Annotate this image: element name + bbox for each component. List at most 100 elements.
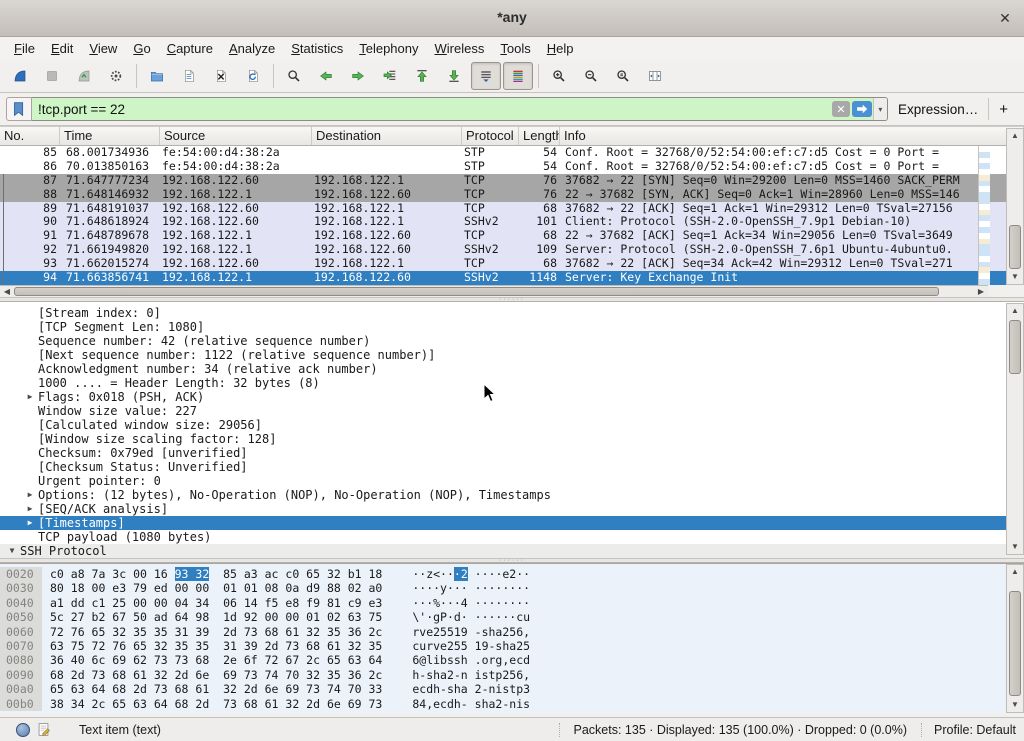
menu-edit[interactable]: Edit [43,39,81,58]
expand-icon[interactable]: ▶ [22,390,38,404]
scroll-down-icon[interactable]: ▼ [1007,270,1023,284]
profile-text[interactable]: Profile: Default [922,723,1016,737]
hscrollbar-thumb[interactable] [14,287,939,296]
close-window-button[interactable]: ✕ [996,9,1014,27]
detail-line-12[interactable]: Urgent pointer: 0 [0,474,1024,488]
hex-row-00b0[interactable]: 00b038 34 2c 65 63 64 68 2d 73 68 61 32 … [0,697,1024,711]
find-packet-button[interactable] [279,62,309,90]
column-header-no[interactable]: No. [0,127,60,145]
packet-row-87[interactable]: 8771.647777234192.168.122.60192.168.122.… [0,174,1024,188]
detail-line-1[interactable]: [TCP Segment Len: 1080] [0,320,1024,334]
packet-row-94[interactable]: 9471.663856741192.168.122.1192.168.122.6… [0,271,1024,285]
zoom-in-button[interactable] [544,62,574,90]
save-file-button[interactable] [174,62,204,90]
detail-line-16[interactable]: TCP payload (1080 bytes) [0,530,1024,544]
display-filter-input[interactable] [32,98,831,120]
go-back-button[interactable] [311,62,341,90]
hex-row-0090[interactable]: 009068 2d 73 68 61 32 2d 6e 69 73 74 70 … [0,668,1024,682]
detail-line-10[interactable]: Checksum: 0x79ed [unverified] [0,446,1024,460]
go-last-button[interactable] [439,62,469,90]
column-header-length[interactable]: Length [519,127,560,145]
scroll-right-icon[interactable]: ▶ [975,287,987,297]
packet-row-85[interactable]: 8568.001734936fe:54:00:d4:38:2aSTP54Conf… [0,146,1024,160]
detail-line-7[interactable]: Window size value: 227 [0,404,1024,418]
detail-line-4[interactable]: Acknowledgment number: 34 (relative ack … [0,362,1024,376]
expand-icon[interactable]: ▶ [22,488,38,502]
menu-file[interactable]: File [6,39,43,58]
packet-row-92[interactable]: 9271.661949820192.168.122.1192.168.122.6… [0,243,1024,257]
capture-options-button[interactable] [101,62,131,90]
hex-row-00a0[interactable]: 00a065 63 64 68 2d 73 68 61 32 2d 6e 69 … [0,682,1024,696]
open-file-button[interactable] [142,62,172,90]
reload-file-button[interactable] [238,62,268,90]
filter-history-dropdown[interactable]: ▾ [873,98,887,120]
column-header-destination[interactable]: Destination [312,127,462,145]
packet-list-hscrollbar[interactable]: ◀ ▶ [0,285,988,297]
detail-line-15[interactable]: ▶[Timestamps] [0,516,1024,530]
detail-line-8[interactable]: [Calculated window size: 29056] [0,418,1024,432]
column-header-protocol[interactable]: Protocol [462,127,519,145]
packet-row-89[interactable]: 8971.648191037192.168.122.60192.168.122.… [0,202,1024,216]
stop-capture-button[interactable] [37,62,67,90]
hex-row-0030[interactable]: 003080 18 00 e3 79 ed 00 00 01 01 08 0a … [0,581,1024,595]
auto-scroll-button[interactable] [471,62,501,90]
scrollbar-thumb[interactable] [1009,225,1021,269]
zoom-out-button[interactable] [576,62,606,90]
packet-row-86[interactable]: 8670.013850163fe:54:00:d4:38:2aSTP54Conf… [0,160,1024,174]
scrollbar-thumb[interactable] [1009,320,1021,374]
packet-list-minimap[interactable] [978,146,990,285]
menu-telephony[interactable]: Telephony [351,39,426,58]
scroll-down-icon[interactable]: ▼ [1007,540,1023,554]
packet-list-scrollbar[interactable]: ▲ ▼ [1006,128,1024,285]
scroll-up-icon[interactable]: ▲ [1007,304,1023,318]
expand-icon[interactable]: ▶ [22,502,38,516]
filter-clear-button[interactable]: ✕ [832,101,850,117]
go-forward-button[interactable] [343,62,373,90]
packet-row-91[interactable]: 9171.648789678192.168.122.1192.168.122.6… [0,229,1024,243]
add-filter-button[interactable]: + [989,101,1018,118]
detail-line-11[interactable]: [Checksum Status: Unverified] [0,460,1024,474]
filter-bookmark-button[interactable] [6,97,32,121]
details-scrollbar[interactable]: ▲ ▼ [1006,303,1024,555]
column-header-source[interactable]: Source [160,127,312,145]
zoom-original-button[interactable] [608,62,638,90]
column-header-info[interactable]: Info [560,127,1024,145]
detail-line-3[interactable]: [Next sequence number: 1122 (relative se… [0,348,1024,362]
scroll-left-icon[interactable]: ◀ [1,287,13,297]
hex-row-0040[interactable]: 0040a1 dd c1 25 00 00 04 34 06 14 f5 e8 … [0,596,1024,610]
menu-capture[interactable]: Capture [159,39,221,58]
packet-row-88[interactable]: 8871.648146932192.168.122.1192.168.122.6… [0,188,1024,202]
go-first-button[interactable] [407,62,437,90]
detail-line-14[interactable]: ▶[SEQ/ACK analysis] [0,502,1024,516]
restart-capture-button[interactable] [69,62,99,90]
collapse-icon[interactable]: ▼ [4,544,20,558]
hex-row-0080[interactable]: 008036 40 6c 69 62 73 73 68 2e 6f 72 67 … [0,653,1024,667]
scroll-up-icon[interactable]: ▲ [1007,129,1023,143]
packet-row-90[interactable]: 9071.648618924192.168.122.60192.168.122.… [0,215,1024,229]
menu-view[interactable]: View [81,39,125,58]
detail-line-13[interactable]: ▶Options: (12 bytes), No-Operation (NOP)… [0,488,1024,502]
detail-line-0[interactable]: [Stream index: 0] [0,306,1024,320]
hex-row-0060[interactable]: 006072 76 65 32 35 35 31 39 2d 73 68 61 … [0,625,1024,639]
menu-go[interactable]: Go [125,39,158,58]
column-header-time[interactable]: Time [60,127,160,145]
menu-analyze[interactable]: Analyze [221,39,283,58]
hex-row-0020[interactable]: 0020c0 a8 7a 3c 00 16 93 32 85 a3 ac c0 … [0,567,1024,581]
expand-icon[interactable]: ▶ [22,516,38,530]
expert-info-icon[interactable] [16,723,30,737]
menu-tools[interactable]: Tools [492,39,538,58]
bytes-scrollbar[interactable]: ▲ ▼ [1006,564,1024,713]
menu-help[interactable]: Help [539,39,582,58]
scrollbar-thumb[interactable] [1009,591,1021,696]
menu-statistics[interactable]: Statistics [283,39,351,58]
expression-button[interactable]: Expression… [888,102,988,117]
detail-line-5[interactable]: 1000 .... = Header Length: 32 bytes (8) [0,376,1024,390]
detail-line-2[interactable]: Sequence number: 42 (relative sequence n… [0,334,1024,348]
resize-columns-button[interactable] [640,62,670,90]
detail-line-6[interactable]: ▶Flags: 0x018 (PSH, ACK) [0,390,1024,404]
go-to-packet-button[interactable] [375,62,405,90]
filter-apply-button[interactable] [852,101,872,117]
capture-comment-icon[interactable] [36,722,51,737]
hex-row-0050[interactable]: 00505c 27 b2 67 50 ad 64 98 1d 92 00 00 … [0,610,1024,624]
start-capture-button[interactable] [5,62,35,90]
